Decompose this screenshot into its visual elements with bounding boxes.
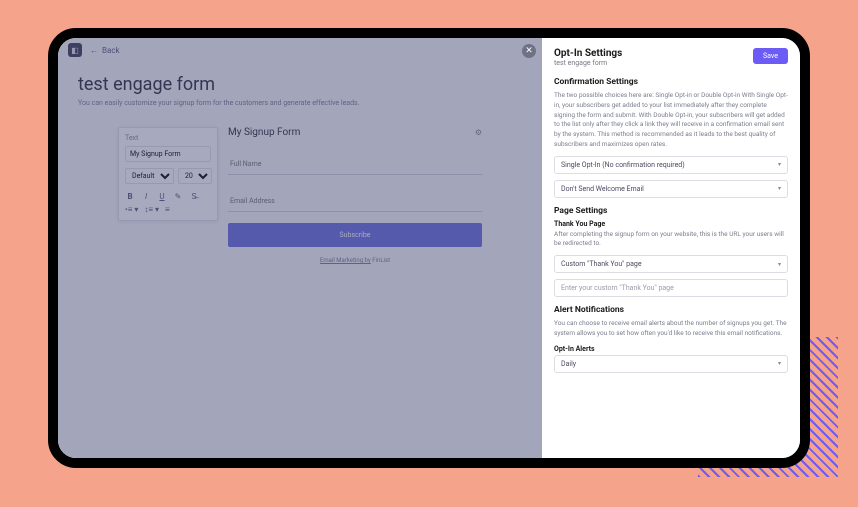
- email-input[interactable]: [228, 191, 482, 212]
- italic-icon[interactable]: I: [141, 192, 151, 201]
- link-icon[interactable]: ✎: [173, 192, 183, 201]
- page-settings-title: Page Settings: [554, 206, 788, 216]
- text-value-input[interactable]: [125, 146, 211, 162]
- form-title: My Signup Form: [228, 127, 300, 138]
- thankyou-sub: Thank You Page: [554, 220, 788, 228]
- font-size-select[interactable]: 20: [178, 168, 212, 184]
- back-label: Back: [102, 46, 120, 55]
- back-button[interactable]: ← Back: [90, 46, 120, 55]
- chevron-down-icon: ▾: [778, 161, 781, 168]
- close-panel-button[interactable]: ✕: [522, 44, 536, 58]
- welcome-email-select[interactable]: Don't Send Welcome Email ▾: [554, 180, 788, 198]
- chevron-down-icon: ▾: [778, 261, 781, 268]
- thankyou-select[interactable]: Custom "Thank You" page ▾: [554, 255, 788, 273]
- alerts-frequency-select[interactable]: Daily ▾: [554, 355, 788, 373]
- confirmation-help: The two possible choices here are: Singl…: [554, 91, 788, 150]
- alerts-title: Alert Notifications: [554, 305, 788, 315]
- panel-subtitle: test engage form: [554, 59, 622, 67]
- align-row: •≡ ▾ ↕≡ ▾ ≡: [125, 203, 211, 214]
- alerts-help: You can choose to receive email alerts a…: [554, 319, 788, 339]
- chevron-down-icon: ▾: [778, 360, 781, 367]
- optin-type-value: Single Opt-In (No confirmation required): [561, 161, 685, 169]
- bold-icon[interactable]: B: [125, 192, 135, 201]
- form-preview: My Signup Form ⚙ Subscribe Email Marketi…: [228, 127, 482, 264]
- credit-prefix: Email Marketing by: [320, 257, 371, 264]
- credit-line: Email Marketing by FinList: [228, 257, 482, 264]
- thankyou-value: Custom "Thank You" page: [561, 260, 642, 268]
- credit-brand: FinList: [372, 257, 390, 264]
- lineheight-icon[interactable]: ↕≡ ▾: [144, 205, 159, 214]
- page-title: test engage form: [78, 74, 522, 95]
- page-subtitle: You can easily customize your signup for…: [78, 99, 522, 107]
- topbar: ◧ ← Back: [58, 38, 542, 62]
- app-logo: ◧: [68, 43, 82, 57]
- app-frame: ✕ ◧ ← Back test engage form You can easi…: [48, 28, 810, 468]
- panel-title: Opt-In Settings: [554, 48, 622, 59]
- thankyou-help: After completing the signup form on your…: [554, 230, 788, 250]
- alerts-sub: Opt-In Alerts: [554, 345, 788, 353]
- thankyou-url-input[interactable]: [554, 279, 788, 297]
- underline-icon[interactable]: U: [157, 192, 167, 201]
- chevron-down-icon: ▾: [778, 185, 781, 192]
- arrow-left-icon: ←: [90, 46, 98, 55]
- save-button[interactable]: Save: [753, 48, 788, 64]
- gear-icon[interactable]: ⚙: [475, 128, 482, 137]
- format-row: B I U ✎ S̶: [125, 190, 211, 203]
- fullname-input[interactable]: [228, 154, 482, 175]
- editor-area: ✕ ◧ ← Back test engage form You can easi…: [58, 38, 542, 458]
- alerts-frequency-value: Daily: [561, 360, 576, 368]
- list-icon[interactable]: •≡ ▾: [125, 205, 138, 214]
- strike-icon[interactable]: S̶: [189, 192, 199, 201]
- settings-panel: Opt-In Settings test engage form Save Co…: [542, 38, 800, 458]
- align-icon[interactable]: ≡: [165, 205, 170, 214]
- font-family-select[interactable]: Default: [125, 168, 174, 184]
- text-toolbox: Text Default 20 B I U ✎ S̶ •≡ ▾: [118, 127, 218, 221]
- optin-type-select[interactable]: Single Opt-In (No confirmation required)…: [554, 156, 788, 174]
- confirmation-title: Confirmation Settings: [554, 77, 788, 87]
- toolbox-label: Text: [125, 134, 211, 142]
- welcome-email-value: Don't Send Welcome Email: [561, 185, 644, 193]
- subscribe-button[interactable]: Subscribe: [228, 223, 482, 247]
